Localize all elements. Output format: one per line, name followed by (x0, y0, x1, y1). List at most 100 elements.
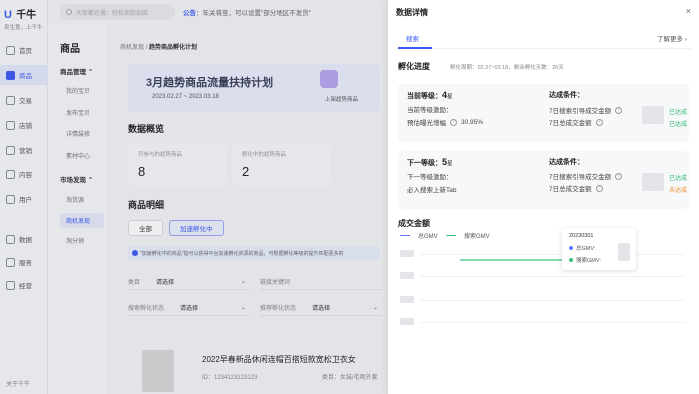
overview-title: 数据概览 (128, 124, 165, 134)
filter-value: 请选择 (180, 306, 199, 312)
incentive-label: 当前等级激励： (407, 107, 453, 114)
nav-item-content[interactable]: 内容 (0, 164, 48, 184)
product-row[interactable]: 2022早春新品休闲连帽百搭短款宽松卫衣女 ID：1234123123123 类… (128, 344, 380, 394)
about-link[interactable]: 关于千牛 (6, 379, 30, 388)
masked-value (642, 173, 664, 191)
keyword-input[interactable]: 链接关键词 (260, 274, 382, 290)
masked-value (642, 106, 664, 124)
level-label: 当前等级： (407, 93, 442, 100)
nav-item-label: 首页 (19, 48, 32, 55)
stat-card-incubating: 孵化中的趋势商品 2 (232, 144, 330, 186)
level-unit: 星 (447, 94, 453, 100)
submenu-group-product-management[interactable]: 商品管理 ⌃ (60, 66, 93, 76)
submenu-item-opportunity[interactable]: 商机发现 (60, 213, 104, 228)
nav-item-store[interactable]: 店铺 (0, 115, 48, 135)
filter-label: 链接关键词 (260, 280, 291, 286)
chevron-down-icon: ⌄ (240, 305, 246, 311)
submenu-item-distribution[interactable]: 淘分销 (66, 236, 84, 245)
nav-item-marketing[interactable]: 营销 (0, 140, 48, 160)
banner-date: 2023.02.27 ~ 2023.03.18 (152, 94, 219, 100)
gmv-title: 成交金额 (398, 219, 430, 228)
nav-item-user[interactable]: 用户 (0, 189, 48, 209)
breadcrumb-parent[interactable]: 商机发现 (120, 45, 144, 51)
condition-row: 7日总成交金额 ? (549, 183, 603, 193)
legend-swatch (446, 235, 456, 236)
submenu-item-material[interactable]: 素材中心 (66, 151, 90, 160)
filter-label: 搜索孵化状态 (128, 306, 165, 312)
banner-link[interactable]: 上架趋势商品 (325, 95, 358, 103)
help-icon[interactable]: ? (450, 118, 457, 126)
condition-row: 7日总成交金额 ? (549, 117, 603, 127)
category-select[interactable]: 类目 请选择 ⌄ (128, 274, 250, 290)
legend-item-total-gmv[interactable]: 总GMV (400, 231, 438, 240)
drawer-title: 数据详情 (396, 8, 428, 17)
gmv-chart[interactable] (398, 246, 689, 326)
nav-item-product[interactable]: 商品 (0, 65, 48, 85)
nav-item-label: 数据 (19, 237, 32, 244)
status-badge: 已达成 (669, 176, 688, 182)
group-label: 市场发现 (60, 177, 86, 184)
nav-item-business[interactable]: 经营 (0, 275, 48, 295)
nav-item-data[interactable]: 数据 (0, 229, 48, 249)
nav-item-label: 商品 (19, 73, 32, 80)
legend-label: 总GMV (418, 234, 438, 240)
status-badge: 已达成 (669, 110, 688, 116)
nav-item-label: 营销 (19, 148, 32, 155)
top-bar: 大家都在搜：轻松测款招商 公告：年关将至，可以设置"部分地区不发货" (48, 0, 388, 24)
stat-value: 2 (242, 164, 250, 179)
progress-title: 孵化进度 (398, 62, 430, 71)
tab-accelerating[interactable]: 加速孵化中 (169, 220, 224, 236)
submenu-item-my-products[interactable]: 我的宝贝 (66, 86, 90, 95)
status-badge: 已达成 (669, 122, 688, 128)
promo-banner[interactable]: 3月趋势商品流量扶持计划 2023.02.27 ~ 2023.03.18 上架趋… (128, 64, 380, 112)
submenu-title: 商品 (60, 44, 80, 55)
active-tab-indicator (398, 47, 432, 49)
group-label: 商品管理 (60, 69, 86, 76)
tooltip-row: 总GMV: (569, 244, 595, 252)
search-input[interactable]: 大家都在搜：轻松测款招商 (60, 4, 175, 20)
tooltip-date: 20230301 (569, 233, 594, 239)
logo[interactable]: U 千牛 卖生意，上千牛 (4, 6, 46, 31)
nav-item-label: 用户 (19, 197, 32, 204)
logo-mark: U (4, 9, 12, 21)
nav-item-label: 内容 (19, 172, 32, 179)
filter-row: 搜索孵化状态 请选择 ⌄ 推荐孵化状态 请选择 ⌄ (128, 300, 382, 316)
level-heading: 当前等级：4星 (407, 90, 483, 101)
nav-item-service[interactable]: 服务 (0, 252, 48, 272)
close-icon[interactable]: × (686, 6, 691, 16)
submenu-group-market[interactable]: 市场发现 ⌃ (60, 174, 93, 184)
nav-item-trade[interactable]: 交易 (0, 90, 48, 110)
recommend-status-select[interactable]: 推荐孵化状态 请选择 ⌄ (260, 300, 382, 316)
nav-item-home[interactable]: 首页 (0, 40, 48, 60)
help-icon[interactable]: ? (595, 118, 603, 126)
learn-more-link[interactable]: 了解更多 › (657, 33, 687, 43)
primary-nav: U 千牛 卖生意，上千牛 首页 商品 交易 店铺 营销 内容 用户 数据 服务 … (0, 0, 48, 394)
submenu-item-publish[interactable]: 发布宝贝 (66, 108, 90, 117)
logo-text: 千牛 (16, 10, 37, 21)
chevron-down-icon: ⌄ (240, 279, 246, 285)
nav-item-label: 经营 (19, 283, 32, 290)
data-detail-drawer: 数据详情 × 搜索 了解更多 › 孵化进度 孵化周期：02.27~03.18，剩… (388, 0, 699, 394)
submenu-item-detail-decor[interactable]: 详情装修 (66, 129, 90, 138)
help-icon[interactable]: ? (615, 106, 623, 114)
notice-text: ：年关将至，可以设置"部分地区不发货" (196, 10, 312, 17)
submenu-item-sourcing[interactable]: 淘货源 (66, 195, 84, 204)
incubation-period: 孵化周期：02.27~03.18，剩余孵化天数：20天 (450, 65, 564, 71)
detail-title: 商品明细 (128, 200, 165, 210)
breadcrumb-separator: / (145, 45, 148, 51)
help-icon[interactable]: ? (595, 184, 603, 192)
current-level-card: 当前等级：4星 当前等级激励： 预估曝光增幅 ? 30.95% 达成条件： 7日… (398, 84, 689, 142)
level-heading: 下一等级：5星 (407, 157, 456, 168)
level-unit: 星 (447, 161, 453, 167)
search-status-select[interactable]: 搜索孵化状态 请选择 ⌄ (128, 300, 250, 316)
data-icon (6, 234, 15, 244)
condition-label: 7日总成交金额 (549, 186, 592, 193)
series-dot (569, 246, 573, 250)
product-category: 类目：女装/毛呢外套 (322, 375, 378, 381)
main-content: 商机发现 / 趋势商品孵化计划 3月趋势商品流量扶持计划 2023.02.27 … (108, 24, 388, 394)
notice[interactable]: 公告：年关将至，可以设置"部分地区不发货" (183, 7, 311, 17)
help-icon[interactable]: ? (615, 172, 623, 180)
tab-search[interactable]: 搜索 (406, 33, 419, 43)
legend-item-search-gmv[interactable]: 搜索GMV (446, 231, 490, 240)
tab-all[interactable]: 全部 (128, 220, 163, 236)
